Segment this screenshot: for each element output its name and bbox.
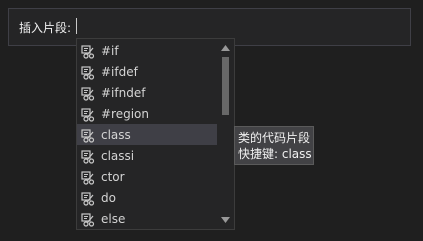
insert-snippet-label: 插入片段: bbox=[19, 21, 72, 35]
snippet-icon bbox=[81, 128, 95, 143]
scroll-thumb[interactable] bbox=[222, 57, 229, 115]
snippet-item-label: #region bbox=[101, 106, 150, 121]
snippet-icon bbox=[81, 149, 95, 164]
scroll-up-arrow-icon[interactable] bbox=[217, 41, 234, 55]
snippet-icon bbox=[81, 170, 95, 185]
snippet-item[interactable]: classi bbox=[77, 145, 217, 166]
snippet-item-label: #if bbox=[101, 43, 119, 58]
snippet-icon bbox=[81, 44, 95, 59]
snippet-item-label: class bbox=[101, 127, 131, 142]
tooltip-shortcut: 快捷键: class bbox=[238, 147, 312, 161]
snippet-item-label: #ifdef bbox=[101, 64, 138, 79]
snippet-icon bbox=[81, 86, 95, 101]
snippet-item[interactable]: #if bbox=[77, 40, 217, 61]
snippet-item-label: #ifndef bbox=[101, 85, 146, 100]
snippet-item[interactable]: #ifdef bbox=[77, 61, 217, 82]
scroll-down-arrow-icon[interactable] bbox=[217, 213, 234, 227]
snippet-icon bbox=[81, 65, 95, 80]
snippet-item[interactable]: else bbox=[77, 208, 217, 229]
snippet-icon bbox=[81, 191, 95, 206]
snippet-item[interactable]: #ifndef bbox=[77, 82, 217, 103]
snippet-search-input[interactable] bbox=[76, 18, 176, 34]
snippet-icon bbox=[81, 212, 95, 227]
snippet-item[interactable]: class bbox=[77, 124, 217, 145]
snippet-list[interactable]: #if #ifdef #ifndef #region class classi ctor do… bbox=[76, 38, 235, 230]
snippet-item[interactable]: do bbox=[77, 187, 217, 208]
snippet-list-scrollbar[interactable] bbox=[217, 39, 234, 229]
snippet-items: #if #ifdef #ifndef #region class classi ctor do… bbox=[77, 39, 217, 229]
snippet-tooltip: 类的代码片段 快捷键: class bbox=[234, 126, 314, 165]
snippet-item-label: do bbox=[101, 190, 116, 205]
snippet-icon bbox=[81, 107, 95, 122]
tooltip-title: 类的代码片段 bbox=[238, 131, 311, 145]
snippet-item[interactable]: ctor bbox=[77, 166, 217, 187]
snippet-item-label: else bbox=[101, 211, 126, 226]
snippet-item-label: classi bbox=[101, 148, 135, 163]
snippet-item-label: ctor bbox=[101, 169, 125, 184]
snippet-item[interactable]: #region bbox=[77, 103, 217, 124]
